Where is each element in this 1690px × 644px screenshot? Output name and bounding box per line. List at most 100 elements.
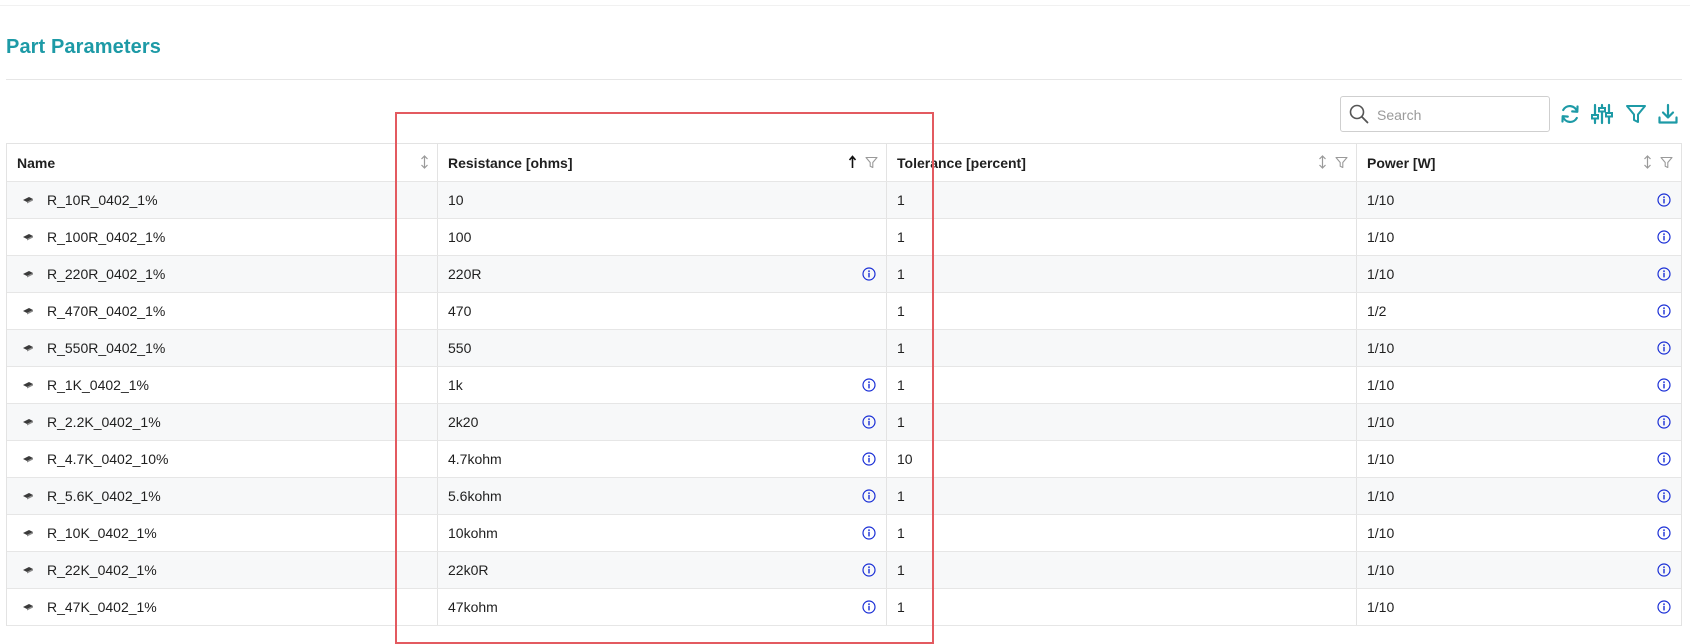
- tolerance-cell: 1: [887, 589, 1357, 625]
- power-value: 1/10: [1367, 562, 1395, 578]
- resistor-part-icon: [23, 197, 33, 204]
- tolerance-value: 1: [897, 192, 905, 208]
- info-icon[interactable]: [1657, 563, 1671, 577]
- power-value: 1/2: [1367, 303, 1387, 319]
- resistance-value: 2k20: [448, 414, 479, 430]
- column-header-name[interactable]: Name: [7, 144, 438, 181]
- info-icon[interactable]: [1657, 267, 1671, 281]
- column-header-label: Resistance [ohms]: [448, 154, 573, 171]
- resistor-part-icon: [23, 604, 33, 611]
- power-value: 1/10: [1367, 488, 1395, 504]
- resistance-cell: 47kohm: [438, 589, 887, 625]
- part-name: R_1K_0402_1%: [47, 377, 149, 393]
- info-icon[interactable]: [862, 489, 876, 503]
- resistance-cell: 10: [438, 182, 887, 218]
- column-header-tolerance[interactable]: Tolerance [percent]: [887, 144, 1357, 181]
- info-icon[interactable]: [1657, 378, 1671, 392]
- sort-icon[interactable]: [1318, 155, 1327, 169]
- tolerance-cell: 1: [887, 478, 1357, 514]
- resistance-cell: 22k0R: [438, 552, 887, 588]
- resistance-value: 10kohm: [448, 525, 498, 541]
- resistor-part-icon: [23, 530, 33, 537]
- info-icon[interactable]: [1657, 193, 1671, 207]
- resistor-part-icon: [23, 271, 33, 278]
- power-value: 1/10: [1367, 599, 1395, 615]
- info-icon[interactable]: [862, 563, 876, 577]
- sort-icon[interactable]: [1643, 155, 1652, 169]
- table-row[interactable]: R_470R_0402_1% 470 1 1/2: [7, 293, 1681, 330]
- tolerance-cell: 1: [887, 219, 1357, 255]
- info-icon[interactable]: [1657, 415, 1671, 429]
- table-row[interactable]: R_4.7K_0402_10% 4.7kohm 10 1/10: [7, 441, 1681, 478]
- power-cell: 1/10: [1357, 478, 1681, 514]
- power-cell: 1/10: [1357, 589, 1681, 625]
- resistor-part-icon: [23, 456, 33, 463]
- column-settings-icon[interactable]: [1590, 102, 1614, 126]
- info-icon[interactable]: [862, 378, 876, 392]
- power-value: 1/10: [1367, 266, 1395, 282]
- resistance-cell: 220R: [438, 256, 887, 292]
- page-title: Part Parameters: [6, 36, 161, 58]
- part-name: R_47K_0402_1%: [47, 599, 157, 615]
- search-box[interactable]: [1340, 96, 1550, 132]
- name-cell: R_2.2K_0402_1%: [7, 404, 438, 440]
- info-icon[interactable]: [862, 526, 876, 540]
- sort-ascending-icon[interactable]: [848, 155, 857, 169]
- column-filter-icon[interactable]: [865, 156, 878, 169]
- info-icon[interactable]: [1657, 489, 1671, 503]
- power-cell: 1/10: [1357, 219, 1681, 255]
- info-icon[interactable]: [1657, 304, 1671, 318]
- table-row[interactable]: R_10R_0402_1% 10 1 1/10: [7, 182, 1681, 219]
- resistor-part-icon: [23, 382, 33, 389]
- column-header-resistance[interactable]: Resistance [ohms]: [438, 144, 887, 181]
- table-row[interactable]: R_10K_0402_1% 10kohm 1 1/10: [7, 515, 1681, 552]
- name-cell: R_1K_0402_1%: [7, 367, 438, 403]
- column-filter-icon[interactable]: [1335, 156, 1348, 169]
- refresh-icon[interactable]: [1558, 102, 1582, 126]
- resistor-part-icon: [23, 493, 33, 500]
- table-row[interactable]: R_100R_0402_1% 100 1 1/10: [7, 219, 1681, 256]
- info-icon[interactable]: [862, 600, 876, 614]
- tolerance-cell: 1: [887, 182, 1357, 218]
- tolerance-value: 1: [897, 266, 905, 282]
- table-header-row: Name Resistance [ohms] Tolerance [percen…: [7, 144, 1681, 182]
- info-icon[interactable]: [1657, 452, 1671, 466]
- table-row[interactable]: R_5.6K_0402_1% 5.6kohm 1 1/10: [7, 478, 1681, 515]
- power-cell: 1/10: [1357, 515, 1681, 551]
- filter-icon[interactable]: [1624, 102, 1648, 126]
- download-icon[interactable]: [1656, 102, 1680, 126]
- tolerance-value: 1: [897, 562, 905, 578]
- column-header-power[interactable]: Power [W]: [1357, 144, 1681, 181]
- parameters-table: Name Resistance [ohms] Tolerance [percen…: [6, 143, 1682, 626]
- resistance-value: 4.7kohm: [448, 451, 502, 467]
- tolerance-cell: 1: [887, 256, 1357, 292]
- name-cell: R_47K_0402_1%: [7, 589, 438, 625]
- search-input[interactable]: [1375, 103, 1547, 127]
- resistance-cell: 470: [438, 293, 887, 329]
- table-row[interactable]: R_47K_0402_1% 47kohm 1 1/10: [7, 589, 1681, 626]
- table-row[interactable]: R_22K_0402_1% 22k0R 1 1/10: [7, 552, 1681, 589]
- info-icon[interactable]: [1657, 230, 1671, 244]
- info-icon[interactable]: [862, 415, 876, 429]
- info-icon[interactable]: [862, 452, 876, 466]
- info-icon[interactable]: [1657, 526, 1671, 540]
- info-icon[interactable]: [862, 267, 876, 281]
- info-icon[interactable]: [1657, 341, 1671, 355]
- table-row[interactable]: R_550R_0402_1% 550 1 1/10: [7, 330, 1681, 367]
- table-row[interactable]: R_1K_0402_1% 1k 1 1/10: [7, 367, 1681, 404]
- resistance-cell: 10kohm: [438, 515, 887, 551]
- table-row[interactable]: R_2.2K_0402_1% 2k20 1 1/10: [7, 404, 1681, 441]
- resistance-cell: 4.7kohm: [438, 441, 887, 477]
- tolerance-cell: 1: [887, 367, 1357, 403]
- resistance-cell: 2k20: [438, 404, 887, 440]
- column-filter-icon[interactable]: [1660, 156, 1673, 169]
- info-icon[interactable]: [1657, 600, 1671, 614]
- resistance-value: 5.6kohm: [448, 488, 502, 504]
- sort-icon[interactable]: [420, 155, 429, 169]
- power-cell: 1/10: [1357, 367, 1681, 403]
- resistor-part-icon: [23, 567, 33, 574]
- power-value: 1/10: [1367, 414, 1395, 430]
- part-name: R_550R_0402_1%: [47, 340, 166, 356]
- column-header-label: Tolerance [percent]: [897, 154, 1026, 171]
- table-row[interactable]: R_220R_0402_1% 220R 1 1/10: [7, 256, 1681, 293]
